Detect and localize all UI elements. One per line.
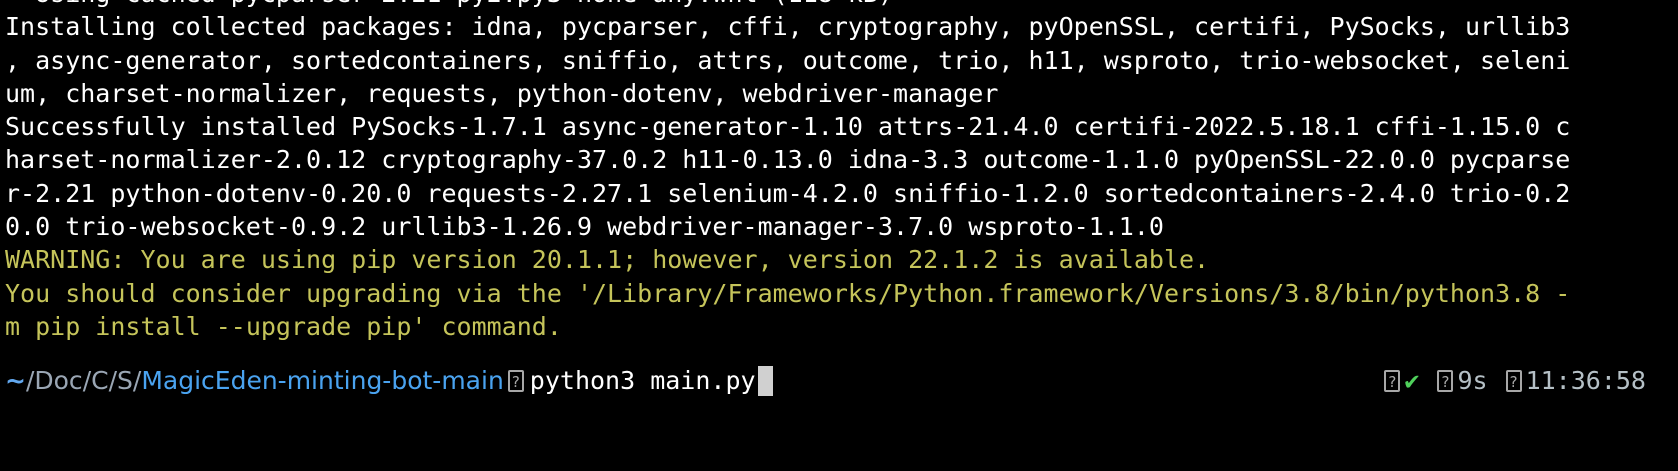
path-separator: / (82, 366, 92, 395)
shell-prompt[interactable]: ~ / Doc / C / S / MagicEden-minting-bot-… (5, 363, 1673, 399)
path-separator: / (25, 366, 35, 395)
warning-line: m pip install --upgrade pip' command. (5, 311, 562, 341)
output-line: r-2.21 python-dotenv-0.20.0 requests-2.2… (5, 178, 1571, 208)
output-line: um, charset-normalizer, requests, python… (5, 78, 999, 108)
command-duration: 9s (1457, 366, 1488, 395)
warning-line: WARNING: You are using pip version 20.1.… (5, 245, 1210, 275)
path-segment-doc: Doc (34, 366, 83, 395)
command-input[interactable]: python3 main.py (530, 363, 756, 399)
path-separator: / (132, 366, 142, 395)
output-line: 0.0 trio-websocket-0.9.2 urllib3-1.26.9 … (5, 212, 1164, 242)
terminal-output: Using cached pycparser-2.21-py2.py3-none… (5, 0, 1673, 343)
path-segment-c: C (91, 366, 109, 395)
text-cursor (757, 366, 773, 396)
prompt-separator-icon: ? (507, 370, 524, 392)
prompt-left: ~ / Doc / C / S / MagicEden-minting-bot-… (5, 363, 773, 399)
status-icon: ? (1384, 370, 1401, 392)
output-line: , async-generator, sortedcontainers, sni… (5, 45, 1571, 75)
output-line: harset-normalizer-2.0.12 cryptography-37… (5, 145, 1571, 175)
clock-icon: ? (1505, 370, 1522, 392)
output-line: Installing collected packages: idna, pyc… (5, 12, 1571, 42)
home-path-segment: ~ (5, 366, 26, 395)
prompt-time: 11:36:58 (1525, 366, 1646, 395)
warning-line: You should consider upgrading via the '/… (5, 278, 1571, 308)
duration-icon: ? (1437, 370, 1454, 392)
path-separator: / (108, 366, 118, 395)
output-line: Successfully installed PySocks-1.7.1 asy… (5, 112, 1571, 142)
prompt-right-status: ? ✔ ? 9s ? 11:36:58 (1380, 363, 1646, 399)
current-directory: MagicEden-minting-bot-main (141, 366, 504, 395)
path-segment-s: S (117, 366, 133, 395)
output-line: Using cached pycparser-2.21-py2.py3-none… (5, 0, 1673, 10)
success-check-icon: ✔ (1404, 366, 1420, 395)
